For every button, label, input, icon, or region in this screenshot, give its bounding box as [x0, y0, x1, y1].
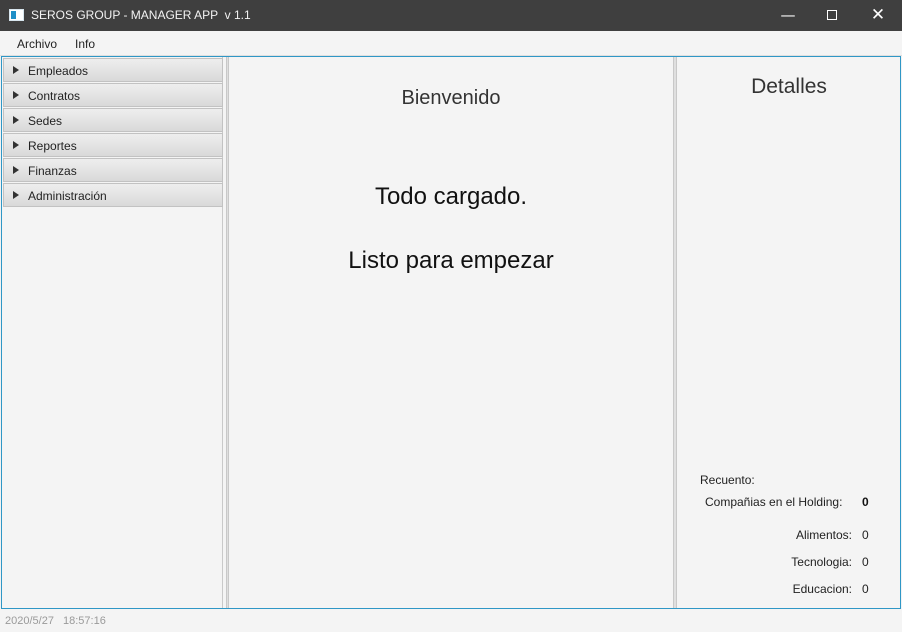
sidebar-item-label: Reportes	[28, 139, 77, 153]
alimentos-label: Alimentos:	[795, 528, 852, 542]
splitter-right[interactable]	[673, 57, 677, 608]
count-label: Recuento:	[700, 473, 755, 487]
tecnologia-value: 0	[862, 555, 869, 569]
triangle-right-icon	[13, 191, 19, 199]
ready-message: Listo para empezar	[348, 247, 554, 274]
sidebar-item-label: Finanzas	[28, 164, 77, 178]
sidebar-item-sedes[interactable]: Sedes	[3, 108, 223, 132]
triangle-right-icon	[13, 66, 19, 74]
details-panel: Detalles Recuento: Compañias en el Holdi…	[678, 57, 900, 608]
triangle-right-icon	[13, 166, 19, 174]
welcome-panel: Bienvenido Todo cargado. Listo para empe…	[230, 57, 672, 608]
app-window-icon	[9, 9, 24, 21]
menu-bar: Archivo Info	[0, 31, 902, 56]
alimentos-value: 0	[862, 528, 869, 542]
close-button[interactable]: ✕	[855, 0, 901, 31]
sidebar-item-label: Administración	[28, 189, 107, 203]
sidebar-item-finanzas[interactable]: Finanzas	[3, 158, 223, 182]
sidebar-item-reportes[interactable]: Reportes	[3, 133, 223, 157]
status-date: 2020/5/27	[5, 615, 54, 627]
tecnologia-label: Tecnologia:	[791, 555, 852, 569]
sidebar-item-label: Sedes	[28, 114, 63, 128]
main-frame: Empleados Contratos Sedes Reportes Finan…	[1, 56, 901, 609]
maximize-icon	[827, 9, 837, 20]
triangle-right-icon	[13, 141, 19, 149]
sidebar-item-empleados[interactable]: Empleados	[3, 58, 223, 82]
menu-archivo[interactable]: Archivo	[17, 37, 57, 51]
status-bar: 2020/5/27 18:57:16	[0, 609, 902, 632]
window-titlebar: SEROS GROUP - MANAGER APP v 1.1 — ✕	[0, 0, 902, 31]
splitter-left[interactable]	[226, 57, 229, 608]
sidebar-item-administracion[interactable]: Administración	[3, 183, 223, 207]
details-title: Detalles	[751, 75, 827, 98]
window-title: SEROS GROUP - MANAGER APP v 1.1	[31, 8, 251, 22]
loaded-message: Todo cargado.	[374, 183, 528, 210]
sidebar-item-label: Empleados	[28, 64, 89, 78]
sidebar-item-label: Contratos	[28, 89, 81, 103]
welcome-title: Bienvenido	[401, 87, 501, 109]
status-time: 18:57:16	[63, 615, 106, 627]
sidebar: Empleados Contratos Sedes Reportes Finan…	[2, 57, 223, 608]
triangle-right-icon	[13, 116, 19, 124]
educacion-value: 0	[862, 582, 869, 596]
maximize-button[interactable]	[809, 0, 855, 31]
triangle-right-icon	[13, 91, 19, 99]
educacion-label: Educacion:	[792, 582, 852, 596]
holding-count-value: 0	[862, 495, 869, 509]
menu-info[interactable]: Info	[75, 37, 95, 51]
minimize-button[interactable]: —	[765, 0, 811, 31]
sidebar-item-contratos[interactable]: Contratos	[3, 83, 223, 107]
holding-count-label: Compañias en el Holding:	[705, 495, 843, 509]
